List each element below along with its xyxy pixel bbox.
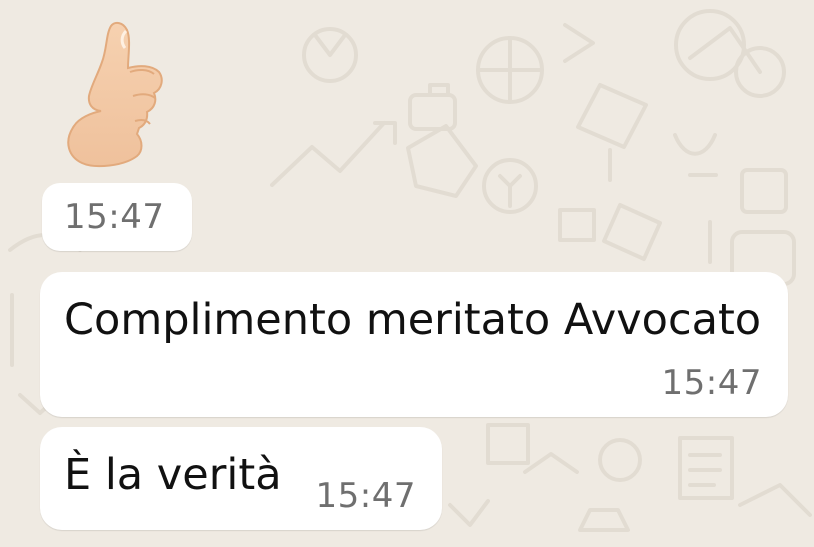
message-bubble-1[interactable]: Complimento meritato Avvocato 15:47 [40,272,788,417]
message-timestamp: 15:47 [64,197,165,237]
message-timestamp: 15:47 [315,476,416,516]
message-text: Complimento meritato Avvocato [64,295,762,345]
emoji-time-bubble[interactable]: 15:47 [42,183,192,251]
message-text: È la verità [64,450,282,500]
thumbs-up-message[interactable] [44,18,194,178]
thumbs-up-icon [67,21,163,168]
message-bubble-2[interactable]: È la verità 15:47 [40,427,442,530]
message-timestamp: 15:47 [661,363,762,403]
